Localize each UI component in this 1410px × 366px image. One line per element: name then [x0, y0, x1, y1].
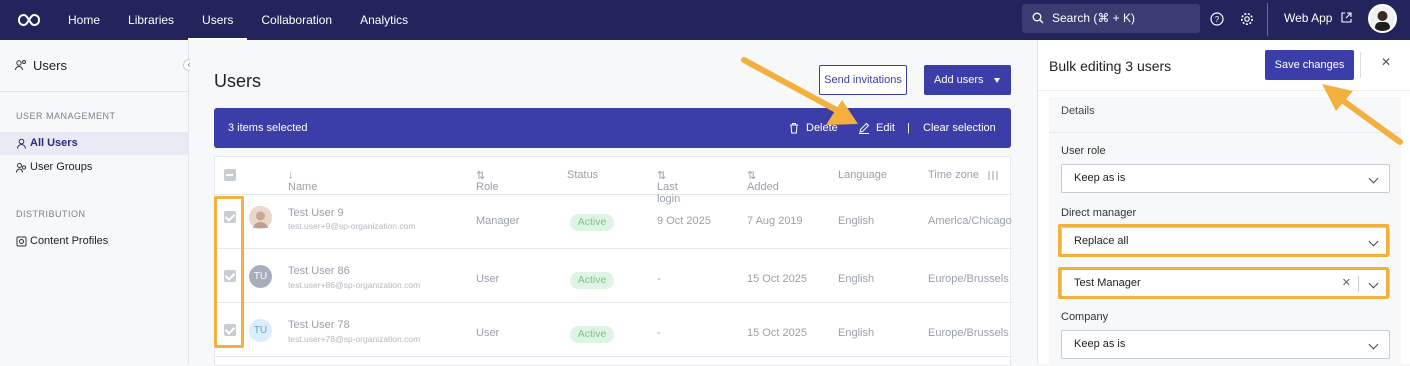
annotation-arrows: [741, 57, 1403, 145]
arrow-to-edit: [741, 57, 843, 115]
arrow-to-save: [1335, 94, 1403, 145]
